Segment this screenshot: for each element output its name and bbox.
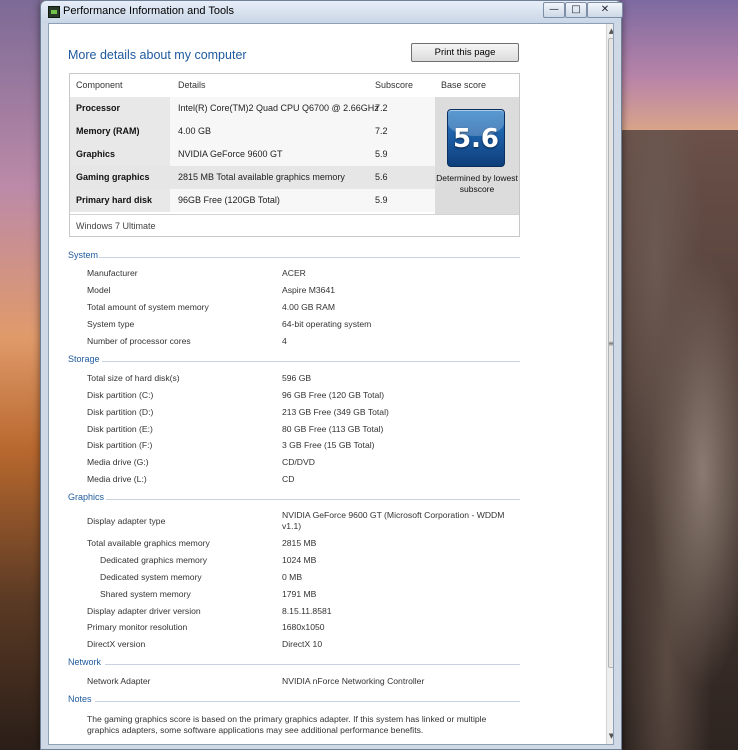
component-name: Primary hard disk: [76, 195, 153, 205]
info-value: 0 MB: [282, 572, 303, 582]
column-header-component: Component: [76, 80, 123, 90]
component-subscore: 7.2: [375, 103, 388, 113]
info-value: CD: [282, 474, 295, 484]
info-value: NVIDIA nForce Networking Controller: [282, 676, 425, 686]
info-label: Display adapter type: [87, 516, 166, 526]
content-area: More details about my computer Print thi…: [48, 23, 614, 745]
component-details: 96GB Free (120GB Total): [178, 195, 280, 205]
info-label: Total amount of system memory: [87, 302, 209, 312]
info-value: CD/DVD: [282, 457, 315, 467]
maximize-button[interactable]: □: [565, 2, 587, 18]
info-value: 4: [282, 336, 287, 346]
print-button[interactable]: Print this page: [411, 43, 519, 62]
info-value: 1024 MB: [282, 555, 317, 565]
info-label: Primary monitor resolution: [87, 622, 188, 632]
performance-window: Performance Information and Tools — □ ✕ …: [40, 0, 623, 750]
info-label: Shared system memory: [100, 589, 191, 599]
scroll-thumb[interactable]: [608, 38, 613, 668]
info-value: 8.15.11.8581: [282, 606, 332, 616]
component-subscore: 5.6: [375, 172, 388, 182]
section-divider: [99, 257, 520, 258]
title-bar[interactable]: Performance Information and Tools — □ ✕: [41, 1, 623, 23]
score-table: Component Details Subscore Base score Pr…: [69, 73, 520, 237]
section-title-network: Network: [68, 657, 102, 667]
info-label: Manufacturer: [87, 268, 138, 278]
info-value: 213 GB Free (349 GB Total): [282, 407, 389, 417]
info-value: 3 GB Free (15 GB Total): [282, 440, 375, 450]
column-header-details: Details: [178, 80, 206, 90]
windows-edition: Windows 7 Ultimate: [76, 221, 156, 231]
section-divider: [95, 701, 520, 702]
column-header-base-score: Base score: [441, 80, 487, 90]
info-value: NVIDIA GeForce 9600 GT (Microsoft Corpor…: [282, 510, 505, 531]
info-label: Total available graphics memory: [87, 538, 210, 548]
notes-text: The gaming graphics score is based on th…: [87, 714, 487, 735]
score-table-header: Component Details Subscore Base score: [70, 74, 519, 97]
scroll-down-arrow-icon[interactable]: ▼: [608, 730, 613, 742]
info-label: Number of processor cores: [87, 336, 191, 346]
column-header-subscore: Subscore: [375, 80, 414, 90]
component-subscore: 5.9: [375, 195, 388, 205]
section-title-system: System: [68, 250, 99, 260]
desktop-background-rocks: [620, 130, 738, 750]
section-divider: [102, 361, 520, 362]
component-name: Memory (RAM): [76, 126, 140, 136]
info-label: Display adapter driver version: [87, 606, 201, 616]
component-details: NVIDIA GeForce 9600 GT: [178, 149, 283, 159]
info-value: 1680x1050: [282, 622, 325, 632]
info-label: Media drive (L:): [87, 474, 147, 484]
base-score-badge: 5.6: [447, 109, 505, 167]
info-value: Aspire M3641: [282, 285, 336, 295]
section-divider: [105, 664, 520, 665]
table-divider: [70, 214, 519, 215]
desktop-background-left: [0, 0, 40, 750]
info-label: DirectX version: [87, 639, 146, 649]
info-label: Dedicated system memory: [100, 572, 202, 582]
minimize-button[interactable]: —: [543, 2, 565, 18]
info-label: Media drive (G:): [87, 457, 149, 467]
info-label: Disk partition (E:): [87, 424, 153, 434]
info-value: 4.00 GB RAM: [282, 302, 336, 312]
info-value: 596 GB: [282, 373, 312, 383]
page-title: More details about my computer: [68, 48, 247, 62]
component-name: Processor: [76, 103, 121, 113]
info-value: 1791 MB: [282, 589, 317, 599]
component-name: Gaming graphics: [76, 172, 150, 182]
component-details: Intel(R) Core(TM)2 Quad CPU Q6700 @ 2.66…: [178, 103, 379, 113]
scroll-grip-icon: ≡: [608, 340, 613, 348]
base-score-panel: 5.6 Determined by lowest subscore: [435, 97, 519, 214]
info-value: 64-bit operating system: [282, 319, 372, 329]
info-label: Total size of hard disk(s): [87, 373, 180, 383]
section-divider: [106, 499, 520, 500]
info-value: ACER: [282, 268, 306, 278]
vertical-scrollbar[interactable]: ▲ ≡ ▼: [606, 24, 613, 744]
component-subscore: 7.2: [375, 126, 388, 136]
desktop-background-sky: [620, 0, 738, 130]
scroll-up-arrow-icon[interactable]: ▲: [608, 25, 613, 37]
section-title-graphics: Graphics: [68, 492, 105, 502]
component-details: 2815 MB Total available graphics memory: [178, 172, 345, 182]
window-title: Performance Information and Tools: [63, 5, 234, 17]
info-label: Network Adapter: [87, 676, 151, 686]
info-label: System type: [87, 319, 135, 329]
info-label: Disk partition (D:): [87, 407, 154, 417]
info-value: 2815 MB: [282, 538, 317, 548]
info-label: Disk partition (C:): [87, 390, 154, 400]
info-value: 96 GB Free (120 GB Total): [282, 390, 385, 400]
component-name: Graphics: [76, 149, 116, 159]
base-score-note: Determined by lowest subscore: [436, 173, 518, 194]
info-value: DirectX 10: [282, 639, 323, 649]
info-label: Model: [87, 285, 111, 295]
info-label: Disk partition (F:): [87, 440, 153, 450]
info-value: 80 GB Free (113 GB Total): [282, 424, 384, 434]
section-title-notes: Notes: [68, 694, 92, 704]
section-title-storage: Storage: [68, 354, 100, 364]
component-details: 4.00 GB: [178, 126, 212, 136]
performance-app-icon: [48, 6, 60, 18]
info-label: Dedicated graphics memory: [100, 555, 207, 565]
component-subscore: 5.9: [375, 149, 388, 159]
close-button[interactable]: ✕: [587, 2, 623, 18]
